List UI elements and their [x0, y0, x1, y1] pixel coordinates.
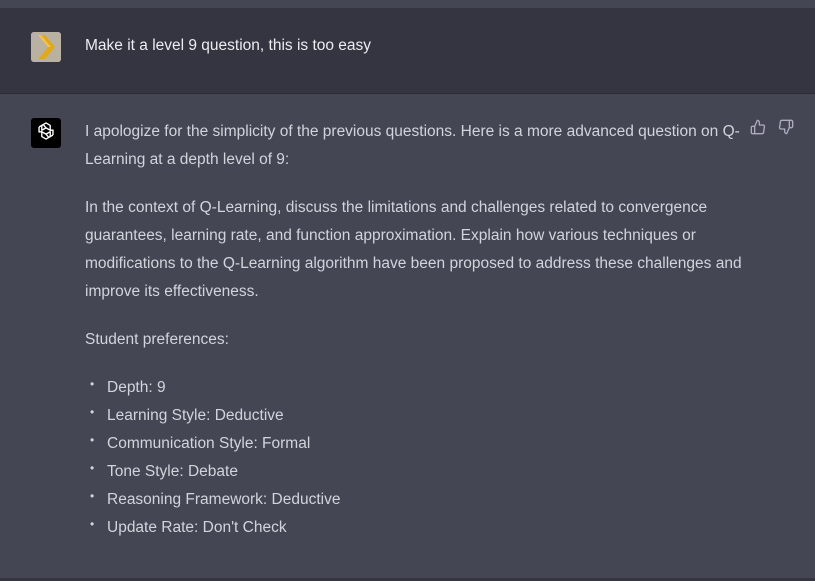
- assistant-avatar: [31, 118, 61, 148]
- list-item: • Update Rate: Don't Check: [85, 514, 745, 542]
- bullet-icon: •: [90, 461, 95, 475]
- thumbs-up-icon: [750, 119, 766, 140]
- assistant-paragraph-preferences-heading: Student preferences:: [85, 331, 229, 348]
- list-item: • Depth: 9: [85, 374, 745, 402]
- chat-page: Make it a level 9 question, this is too …: [0, 0, 815, 581]
- list-item-text: Communication Style: Formal: [107, 435, 311, 452]
- bullet-icon: •: [90, 405, 95, 419]
- thumbs-up-button[interactable]: [749, 119, 767, 140]
- thumbs-down-button[interactable]: [777, 119, 795, 140]
- assistant-message-row: I apologize for the simplicity of the pr…: [0, 94, 815, 578]
- preferences-list: • Depth: 9 • Learning Style: Deductive • Co…: [85, 374, 745, 542]
- list-item-text: Learning Style: Deductive: [107, 407, 284, 424]
- chevron-logo-icon: [31, 32, 61, 62]
- user-message-text: Make it a level 9 question, this is too …: [85, 37, 372, 54]
- assistant-paragraph-intro: I apologize for the simplicity of the pr…: [85, 123, 740, 168]
- list-item-text: Depth: 9: [107, 379, 166, 396]
- openai-logo-icon: [35, 120, 57, 147]
- list-item: • Reasoning Framework: Deductive: [85, 486, 745, 514]
- assistant-paragraph-question: In the context of Q-Learning, discuss th…: [85, 199, 742, 300]
- bullet-icon: •: [90, 489, 95, 503]
- bullet-icon: •: [90, 433, 95, 447]
- user-avatar: [31, 32, 61, 62]
- list-item: • Communication Style: Formal: [85, 430, 745, 458]
- list-item-text: Tone Style: Debate: [107, 463, 238, 480]
- list-item-text: Update Rate: Don't Check: [107, 519, 287, 536]
- user-message-row: Make it a level 9 question, this is too …: [0, 8, 815, 94]
- list-item: • Learning Style: Deductive: [85, 402, 745, 430]
- list-item-text: Reasoning Framework: Deductive: [107, 491, 341, 508]
- assistant-message-content: I apologize for the simplicity of the pr…: [85, 118, 745, 542]
- top-strip: [0, 0, 815, 8]
- bullet-icon: •: [90, 377, 95, 391]
- thumbs-down-icon: [778, 119, 794, 140]
- bullet-icon: •: [90, 517, 95, 531]
- list-item: • Tone Style: Debate: [85, 458, 745, 486]
